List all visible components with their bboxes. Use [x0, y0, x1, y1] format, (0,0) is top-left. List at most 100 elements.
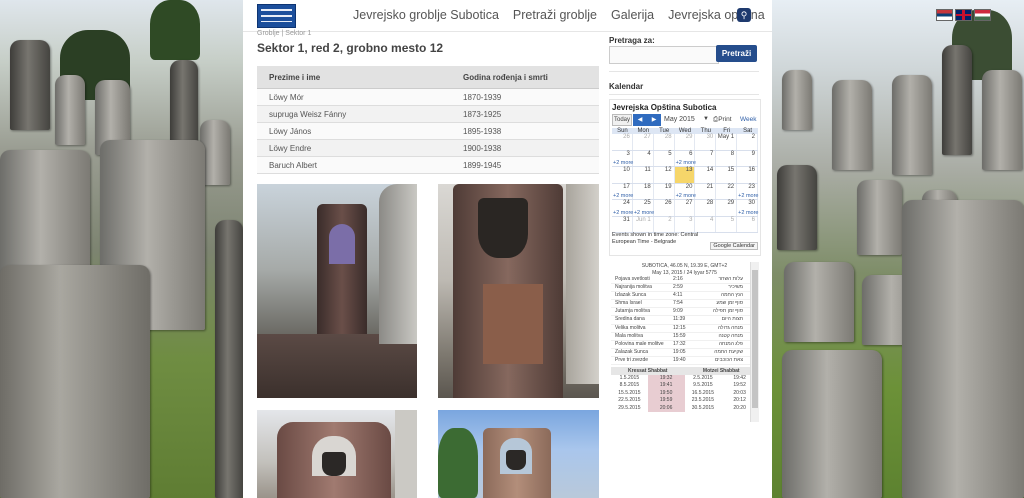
calendar-month-label[interactable]: May 2015 [664, 114, 695, 125]
search-submit-button[interactable]: Pretraži [716, 45, 757, 62]
uk-flag-icon[interactable] [955, 9, 972, 21]
calendar-day[interactable]: 23 +2 more [737, 183, 758, 199]
calendar-day[interactable]: 18 [633, 183, 654, 199]
calendar-day[interactable]: 26 [654, 200, 675, 216]
calendar-day-number: 16 [748, 167, 755, 173]
calendar-day[interactable]: 29 [716, 200, 738, 216]
calendar-day-today[interactable]: 13 [674, 167, 696, 183]
calendar-day[interactable]: 21 [695, 183, 717, 199]
calendar-day-number: 27 [644, 134, 651, 140]
gravestone-photo[interactable] [257, 184, 417, 398]
calendar-day-number: 2 [668, 216, 672, 223]
calendar-day[interactable]: 27 [675, 200, 696, 216]
calendar-day[interactable]: 22 [716, 183, 738, 199]
calendar-day[interactable]: 2 [737, 134, 758, 150]
calendar-day[interactable]: 3 +2 more [612, 150, 633, 166]
zmanim-row: Velika molitva 12:15 מנחה גדולה [611, 325, 758, 333]
calendar-day-number: 14 [706, 167, 714, 173]
zmanim-time: 19:05 [673, 348, 686, 355]
calendar-day[interactable]: 26 [612, 134, 633, 150]
calendar-view-tab-week[interactable]: Week [740, 114, 757, 125]
calendar-day[interactable]: 31 [612, 216, 633, 232]
cell-years: 1873-1925 [451, 105, 599, 123]
calendar-more-events-link[interactable]: +2 more [613, 193, 633, 199]
chevron-right-icon[interactable]: ▶ [647, 114, 661, 126]
calendar-day[interactable]: 5 [654, 150, 675, 166]
gravestone-photo[interactable] [257, 410, 417, 498]
calendar-day[interactable]: 5 [716, 216, 738, 232]
calendar-day-number: 7 [709, 150, 714, 157]
calendar-day[interactable]: 10 [612, 167, 633, 183]
calendar-day[interactable]: 11 [633, 167, 654, 183]
calendar-more-events-link[interactable]: +2 more [613, 160, 633, 166]
community-logo-icon[interactable] [257, 4, 296, 28]
calendar-day[interactable]: 28 [695, 200, 717, 216]
calendar-day[interactable]: 7 [695, 150, 717, 166]
calendar-day[interactable]: 12 [654, 167, 675, 183]
google-calendar-button[interactable]: Google Calendar [710, 242, 758, 250]
calendar-day[interactable]: 30 +2 more [737, 200, 758, 216]
nav-link-cemetery[interactable]: Jevrejsko groblje Subotica [353, 8, 499, 22]
gravestone-photo[interactable] [438, 410, 599, 498]
gravestone-urn-photo[interactable] [438, 184, 599, 398]
calendar-day-number: 20 [685, 183, 693, 190]
calendar-more-events-link[interactable]: +2 more [634, 210, 654, 216]
shabbat-row: 15.5.2015 19:50 16.5.2015 20:03 [611, 389, 758, 398]
calendar-day-number: 29 [727, 200, 735, 206]
zmanim-label: Najranija molitva [615, 284, 652, 291]
calendar-day[interactable]: 6 [737, 216, 758, 232]
chevron-down-icon[interactable]: ▼ [703, 114, 709, 125]
language-switcher [936, 9, 991, 21]
zmanim-time: 12:15 [673, 324, 686, 331]
calendar-day[interactable]: 6 +2 more [675, 150, 696, 166]
zmanim-label: Velika molitva [615, 324, 646, 331]
calendar-day[interactable]: 14 [695, 167, 717, 183]
chevron-left-icon[interactable]: ◀ [633, 114, 647, 126]
calendar-print-button[interactable]: ⎙Print [713, 114, 732, 125]
calendar-day[interactable]: 8 [716, 150, 738, 166]
search-input[interactable] [609, 46, 719, 64]
shabbat-date: 30.5.2015 [691, 404, 714, 411]
main-menu: Jevrejsko groblje Subotica Pretraži grob… [353, 8, 765, 22]
calendar-day[interactable]: 24 +2 more [612, 200, 633, 216]
zmanim-scrollbar[interactable] [750, 262, 759, 422]
calendar-day[interactable]: 15 [716, 167, 738, 183]
zmanim-label: Zalazak Sunca [615, 348, 649, 355]
calendar-day-number: 30 [748, 200, 755, 206]
search-label: Pretraga za: [609, 36, 655, 45]
calendar-day[interactable]: 20 +2 more [675, 183, 696, 199]
calendar-month-grid: Sun Mon Tue Wed Thu Fri Sat 26 27 28 29 30 Ma… [612, 128, 758, 233]
serbia-flag-icon[interactable] [936, 9, 953, 21]
shabbat-date: 9.5.2015 [693, 382, 713, 389]
calendar-day-number: 15 [727, 167, 735, 173]
calendar-more-events-link[interactable]: +2 more [738, 210, 758, 216]
nav-link-gallery[interactable]: Galerija [611, 8, 654, 22]
calendar-more-events-link[interactable]: +2 more [738, 193, 758, 199]
nav-link-search-cemetery[interactable]: Pretraži groblje [513, 8, 597, 22]
calendar-day[interactable]: 9 [737, 150, 758, 166]
calendar-day[interactable]: 19 [654, 183, 675, 199]
calendar-day-number: 31 [623, 216, 630, 223]
calendar-more-events-link[interactable]: +2 more [676, 193, 696, 199]
calendar-day[interactable]: 28 [654, 134, 675, 150]
calendar-day[interactable]: Jun 1 [633, 216, 654, 232]
hungary-flag-icon[interactable] [974, 9, 991, 21]
shabbat-time: 19:50 [647, 389, 685, 398]
calendar-day[interactable]: 25 +2 more [633, 200, 654, 216]
calendar-day-number: 10 [623, 167, 630, 173]
calendar-day[interactable]: 17 +2 more [612, 183, 633, 199]
calendar-today-button[interactable]: Today [612, 114, 632, 126]
calendar-more-events-link[interactable]: +2 more [676, 160, 696, 166]
calendar-day[interactable]: 16 [737, 167, 758, 183]
scrollbar-thumb[interactable] [752, 270, 758, 408]
calendar-day[interactable]: 27 [633, 134, 654, 150]
calendar-day[interactable]: 4 [633, 150, 654, 166]
magnifier-icon[interactable]: ⚲ [737, 8, 751, 22]
calendar-day[interactable]: 2 [654, 216, 675, 232]
calendar-day[interactable]: 3 [675, 216, 696, 232]
calendar-day[interactable]: 30 [695, 134, 717, 150]
calendar-day[interactable]: 4 [695, 216, 717, 232]
calendar-day[interactable]: May 1 [716, 134, 738, 150]
calendar-more-events-link[interactable]: +2 more [613, 210, 633, 216]
calendar-day[interactable]: 29 [675, 134, 696, 150]
